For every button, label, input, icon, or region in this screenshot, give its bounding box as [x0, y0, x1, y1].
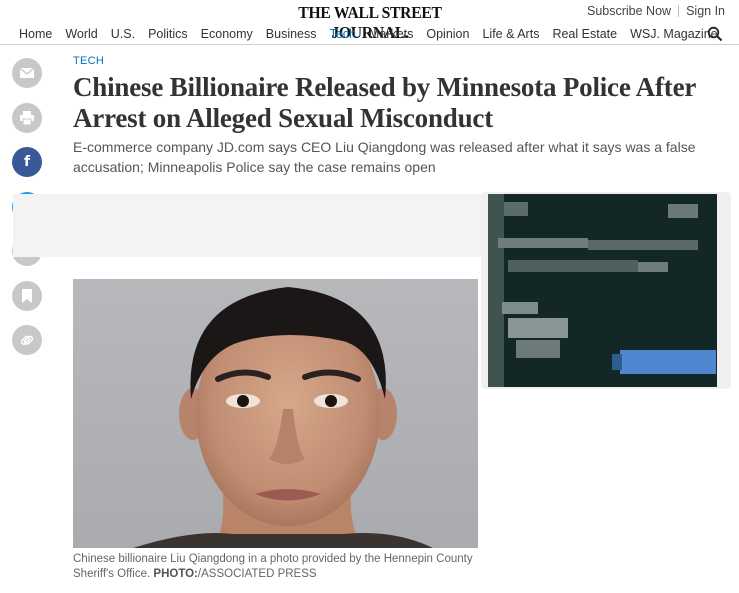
nav-item-politics[interactable]: Politics: [148, 24, 188, 44]
bookmark-icon: [22, 288, 32, 303]
permalink-button[interactable]: [12, 325, 42, 355]
divider: [678, 5, 680, 17]
nav-item-us[interactable]: U.S.: [111, 24, 135, 44]
ad-pixel: [588, 240, 698, 250]
nav-item-real-estate[interactable]: Real Estate: [552, 24, 617, 44]
email-icon: [19, 67, 35, 78]
nav-item-wsj-magazine[interactable]: WSJ. Magazine: [630, 24, 718, 44]
mugshot-image: [73, 279, 478, 548]
ad-pixel: [516, 340, 560, 358]
main-nav: Home World U.S. Politics Economy Busines…: [0, 24, 739, 45]
ad-pixel: [488, 194, 504, 387]
ad-pixel: [668, 204, 698, 218]
print-icon: [20, 110, 34, 125]
ad-pixel: [620, 350, 716, 374]
nav-item-home[interactable]: Home: [19, 24, 52, 44]
article-dek: E-commerce company JD.com says CEO Liu Q…: [73, 139, 696, 175]
nav-item-opinion[interactable]: Opinion: [426, 24, 469, 44]
permalink-icon: [20, 335, 34, 345]
ad-pixel: [638, 262, 668, 272]
facebook-share-button[interactable]: f: [12, 147, 42, 177]
facebook-icon: f: [23, 154, 31, 170]
nav-item-business[interactable]: Business: [266, 24, 317, 44]
masthead: THE WALL STREET JOURNAL. Subscribe Now S…: [0, 0, 739, 42]
nav-item-life-arts[interactable]: Life & Arts: [482, 24, 539, 44]
nav-item-markets[interactable]: Markets: [369, 24, 413, 44]
article-photo[interactable]: [73, 279, 478, 548]
article-headline: Chinese Billionaire Released by Minnesot…: [73, 72, 696, 133]
photo-caption: Chinese billionaire Liu Qiangdong in a p…: [73, 552, 493, 582]
search-icon[interactable]: [707, 26, 723, 42]
nav-item-world[interactable]: World: [65, 24, 97, 44]
caption-credit-label: PHOTO:: [153, 568, 198, 580]
signin-link[interactable]: Sign In: [686, 4, 725, 18]
print-button[interactable]: [12, 102, 42, 133]
ad-pixel: [612, 354, 622, 370]
account-links: Subscribe Now Sign In: [587, 4, 725, 18]
subscribe-link[interactable]: Subscribe Now: [587, 4, 671, 18]
ad-pixel: [508, 260, 638, 272]
nav-item-tech[interactable]: Tech: [330, 24, 356, 44]
ad-pixel: [504, 202, 528, 216]
bookmark-button[interactable]: [12, 280, 42, 311]
nav-item-economy[interactable]: Economy: [201, 24, 253, 44]
section-label[interactable]: TECH: [73, 55, 104, 67]
advertisement[interactable]: [488, 194, 717, 387]
ad-pixel: [498, 238, 588, 248]
ad-pixel: [508, 318, 568, 338]
email-share-button[interactable]: [12, 58, 42, 88]
ad-pixel: [502, 302, 538, 314]
caption-credit: /ASSOCIATED PRESS: [197, 568, 317, 580]
